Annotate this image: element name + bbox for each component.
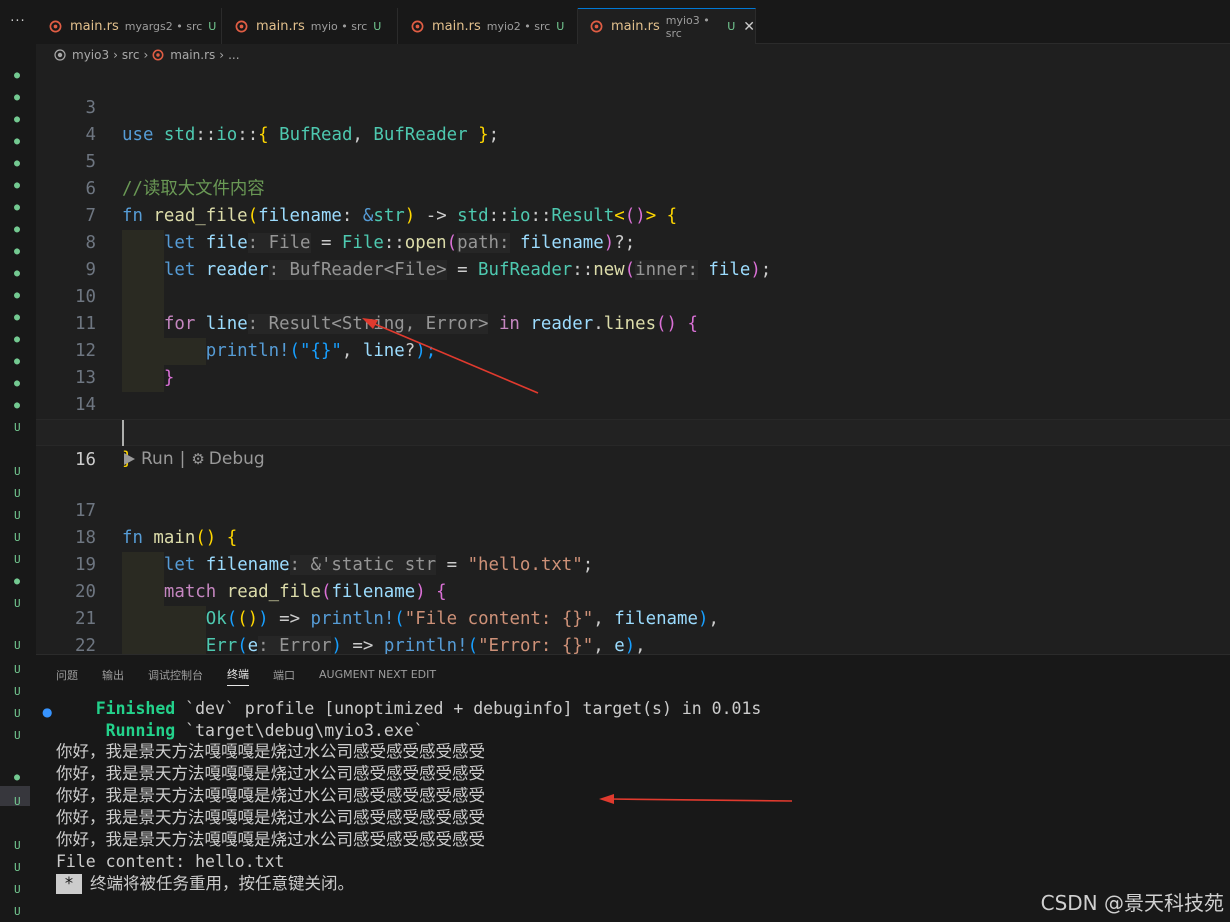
- git-untracked-marker: U: [14, 663, 21, 676]
- git-dot-marker: ●: [14, 202, 21, 213]
- git-dot-marker: ●: [14, 92, 21, 103]
- git-untracked-marker: U: [14, 729, 21, 742]
- git-untracked-marker: U: [14, 905, 21, 918]
- breadcrumb-folder-label: myio3: [72, 48, 110, 62]
- tab-git-status: U: [556, 19, 565, 33]
- breadcrumb-more[interactable]: ...: [228, 48, 239, 62]
- git-untracked-marker: U: [14, 487, 21, 500]
- watermark: CSDN @景天科技苑: [1040, 891, 1224, 915]
- tab-filename: main.rs: [70, 18, 119, 34]
- left-strip: ··· ● ● ● ● ● ● ● ● ● ● ● ● ● ● ● ● ● ● U U U U U U U U U U U U U U U U U: [0, 0, 36, 922]
- tab-main-myio2[interactable]: main.rs myio2 • src U: [398, 8, 578, 44]
- rust-file-icon: [152, 49, 164, 61]
- chevron-right-icon: ›: [143, 48, 149, 62]
- tab-description: myio3 • src: [665, 13, 710, 40]
- git-untracked-marker: U: [14, 597, 21, 610]
- chevron-right-icon: ›: [113, 48, 118, 62]
- git-dot-marker: ●: [14, 246, 21, 257]
- tab-filename: main.rs: [256, 18, 305, 34]
- breadcrumb-file[interactable]: main.rs: [152, 48, 215, 62]
- rust-file-icon: [48, 19, 62, 33]
- git-dot-marker: ●: [14, 70, 21, 81]
- editor-tab-bar: main.rs myargs2 • src U main.rs myio • s…: [36, 0, 1230, 44]
- more-actions-icon[interactable]: ···: [0, 14, 36, 29]
- git-untracked-marker: U: [14, 639, 21, 652]
- breadcrumb-src[interactable]: src: [122, 48, 140, 62]
- git-untracked-marker: U: [14, 795, 21, 808]
- tab-filename: main.rs: [432, 18, 481, 34]
- bottom-panel: 问题 输出 调试控制台 终端 端口 AUGMENT NEXT EDIT ● Fi…: [36, 654, 1230, 922]
- git-dot-marker: ●: [14, 378, 21, 389]
- rust-file-icon: [410, 19, 424, 33]
- tab-main-myargs2[interactable]: main.rs myargs2 • src U: [36, 8, 222, 44]
- git-untracked-marker: U: [14, 861, 21, 874]
- tab-git-status: U: [373, 19, 382, 33]
- git-untracked-marker: U: [14, 839, 21, 852]
- annotation-arrow-terminal: [599, 794, 793, 804]
- git-untracked-marker: U: [14, 509, 21, 522]
- rust-file-icon: [590, 20, 603, 34]
- git-untracked-marker: U: [14, 883, 21, 896]
- folder-target-icon: [54, 49, 66, 61]
- chevron-right-icon: ›: [219, 48, 225, 62]
- tab-description: myio2 • src: [486, 19, 551, 33]
- git-dot-marker: ●: [14, 290, 21, 301]
- git-dot-marker: ●: [14, 136, 21, 147]
- git-untracked-marker: U: [14, 531, 21, 544]
- annotation-arrow-editor: [362, 318, 539, 394]
- tab-git-status: U: [727, 20, 736, 33]
- git-untracked-marker: U: [14, 553, 21, 566]
- git-dot-marker: ●: [14, 224, 21, 235]
- git-dot-marker: ●: [14, 180, 21, 191]
- tab-main-myio3[interactable]: main.rs myio3 • src U ✕: [578, 8, 756, 44]
- git-untracked-marker: U: [14, 421, 21, 434]
- git-dot-marker: ●: [14, 400, 21, 411]
- tab-main-myio[interactable]: main.rs myio • src U: [222, 8, 398, 44]
- git-dot-marker: ●: [14, 576, 21, 587]
- git-untracked-marker: U: [14, 685, 21, 698]
- git-dot-marker: ●: [14, 356, 21, 367]
- git-dot-marker: ●: [14, 158, 21, 169]
- tab-description: myargs2 • src: [124, 19, 203, 33]
- git-dot-marker: ●: [14, 312, 21, 323]
- git-dot-marker: ●: [14, 334, 21, 345]
- git-dot-marker: ●: [14, 772, 21, 783]
- code-editor[interactable]: 3 use std::io::{ BufRead, BufReader }; 4…: [36, 66, 1230, 654]
- breadcrumb: myio3 › src › main.rs › ...: [36, 44, 1230, 66]
- tab-description: myio • src: [310, 19, 368, 33]
- git-untracked-marker: U: [14, 465, 21, 478]
- git-dot-marker: ●: [14, 268, 21, 279]
- rust-file-icon: [234, 19, 248, 33]
- git-untracked-marker: U: [14, 707, 21, 720]
- breadcrumb-folder[interactable]: myio3: [54, 48, 109, 62]
- breadcrumb-file-label: main.rs: [170, 48, 216, 62]
- git-dot-marker: ●: [14, 114, 21, 125]
- tab-git-status: U: [208, 19, 217, 33]
- close-icon[interactable]: ✕: [743, 19, 755, 35]
- tab-filename: main.rs: [611, 19, 660, 34]
